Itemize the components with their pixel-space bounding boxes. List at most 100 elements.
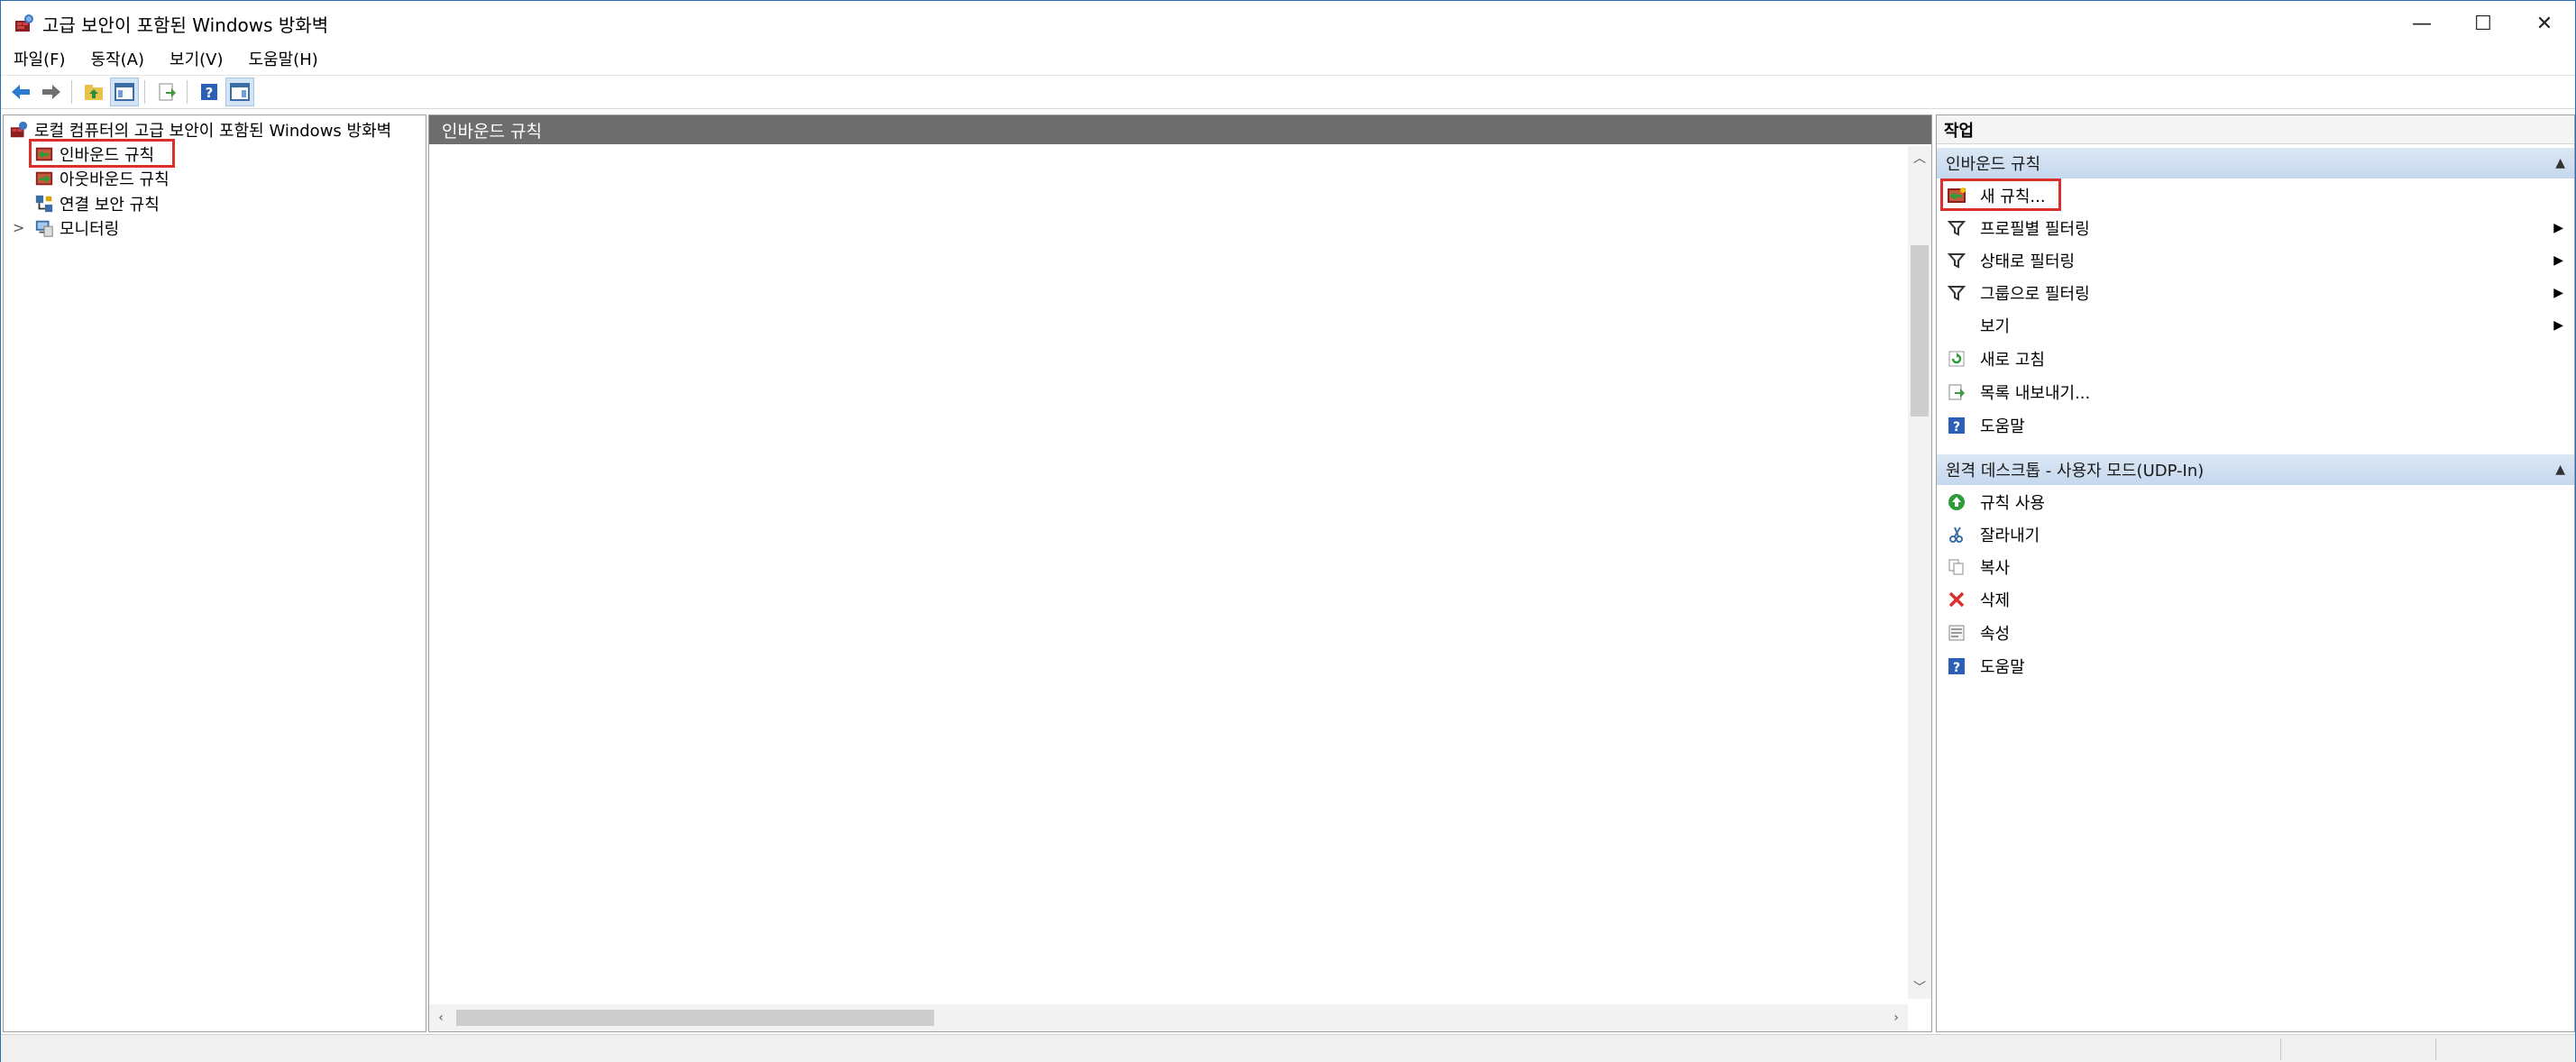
- action-filter-by-state[interactable]: 상태로 필터링 ▶: [1937, 245, 2574, 276]
- status-bar: [1, 1034, 2575, 1062]
- copy-icon: [1946, 556, 1967, 578]
- menu-file[interactable]: 파일(F): [1, 47, 78, 70]
- firewall-icon: [10, 121, 28, 138]
- action-label: 규칙 사용: [1980, 494, 2045, 513]
- action-filter-by-group[interactable]: 그룹으로 필터링 ▶: [1937, 278, 2574, 308]
- section-header-selected-rule[interactable]: 원격 데스크톱 - 사용자 모드(UDP-In) ▲: [1937, 454, 2574, 485]
- actions-title: 작업: [1937, 115, 2574, 144]
- enable-icon: [1946, 491, 1967, 513]
- up-folder-icon[interactable]: [79, 78, 108, 106]
- svg-text:?: ?: [206, 85, 214, 101]
- section-title: 원격 데스크톱 - 사용자 모드(UDP-In): [1946, 462, 2205, 481]
- window-title: 고급 보안이 포함된 Windows 방화벽: [42, 14, 329, 36]
- help-icon[interactable]: ?: [195, 78, 224, 106]
- export-icon: [1946, 381, 1967, 403]
- menu-help[interactable]: 도움말(H): [236, 47, 331, 70]
- action-label: 도움말: [1980, 658, 2025, 677]
- title-bar: 고급 보안이 포함된 Windows 방화벽 — ☐ ✕: [1, 1, 2575, 46]
- action-label: 그룹으로 필터링: [1980, 285, 2090, 304]
- vertical-scrollbar[interactable]: ︿ ﹀: [1908, 146, 1931, 999]
- tree-item-monitoring[interactable]: 모니터링: [34, 215, 119, 241]
- actions-pane: 작업 인바운드 규칙 ▲ 새 규칙... 프로필별 필터링 ▶ 상태로 필터링 …: [1936, 114, 2575, 1032]
- action-label: 새로 고침: [1980, 351, 2045, 370]
- help-icon: ?: [1946, 415, 1967, 436]
- scroll-right-icon[interactable]: ›: [1884, 1004, 1908, 1031]
- tree-item-outbound-rules[interactable]: 아웃바운드 규칙: [34, 166, 170, 191]
- action-enable-rule[interactable]: 규칙 사용: [1937, 487, 2574, 517]
- svg-text:?: ?: [1953, 661, 1960, 675]
- action-copy[interactable]: 복사: [1937, 552, 2574, 582]
- action-label: 삭제: [1980, 591, 2011, 610]
- monitoring-icon: [35, 220, 53, 237]
- close-button[interactable]: ✕: [2514, 1, 2575, 46]
- filter-icon: [1946, 282, 1967, 304]
- horizontal-scrollbar[interactable]: ‹ ›: [429, 1004, 1908, 1031]
- action-view[interactable]: 보기 ▶: [1937, 310, 2574, 341]
- scroll-left-icon[interactable]: ‹: [429, 1004, 453, 1031]
- action-filter-by-profile[interactable]: 프로필별 필터링 ▶: [1937, 213, 2574, 243]
- filter-icon: [1946, 250, 1967, 271]
- submenu-arrow-icon: ▶: [2553, 253, 2563, 268]
- action-help-rule[interactable]: ? 도움말: [1937, 651, 2574, 682]
- connection-security-icon: [35, 195, 53, 213]
- action-export-list[interactable]: 목록 내보내기...: [1937, 377, 2574, 407]
- tree-item-connection-security-rules[interactable]: 연결 보안 규칙: [34, 191, 160, 216]
- new-rule-highlight: [1940, 179, 2061, 211]
- toolbar-separator: [144, 80, 145, 104]
- section-header-inbound-rules[interactable]: 인바운드 규칙 ▲: [1937, 148, 2574, 179]
- toolbar-separator: [187, 80, 188, 104]
- scroll-thumb[interactable]: [1911, 245, 1929, 417]
- action-label: 복사: [1980, 559, 2011, 578]
- tree-item-label: 아웃바운드 규칙: [60, 170, 170, 189]
- filter-icon: [1946, 217, 1967, 239]
- outbound-rules-icon: [35, 171, 53, 186]
- submenu-arrow-icon: ▶: [2553, 221, 2563, 235]
- help-icon: ?: [1946, 655, 1967, 677]
- collapse-icon[interactable]: ▲: [2555, 462, 2565, 477]
- back-icon[interactable]: [6, 78, 35, 106]
- firewall-icon: [15, 14, 33, 32]
- show-hide-console-tree-icon[interactable]: [110, 78, 139, 106]
- status-divider: [2280, 1039, 2281, 1060]
- expander-icon[interactable]: >: [13, 219, 24, 236]
- tree-item-label: 연결 보안 규칙: [60, 196, 160, 215]
- submenu-arrow-icon: ▶: [2553, 318, 2563, 333]
- action-help[interactable]: ? 도움말: [1937, 410, 2574, 441]
- action-cut[interactable]: 잘라내기: [1937, 519, 2574, 550]
- action-refresh[interactable]: 새로 고침: [1937, 343, 2574, 374]
- action-label: 속성: [1980, 625, 2011, 644]
- svg-text:?: ?: [1953, 420, 1960, 435]
- selection-highlight: [29, 139, 175, 168]
- menu-bar: 파일(F) 동작(A) 보기(V) 도움말(H): [1, 44, 331, 73]
- maximize-button[interactable]: ☐: [2452, 1, 2514, 46]
- refresh-icon: [1946, 348, 1967, 370]
- action-label: 프로필별 필터링: [1980, 220, 2090, 239]
- action-delete[interactable]: 삭제: [1937, 584, 2574, 615]
- export-list-icon[interactable]: [152, 78, 181, 106]
- scroll-thumb[interactable]: [456, 1010, 934, 1026]
- delete-icon: [1946, 589, 1967, 610]
- console-tree-pane: 로컬 컴퓨터의 고급 보안이 포함된 Windows 방화벽 인바운드 규칙 아…: [3, 114, 426, 1032]
- scroll-up-icon[interactable]: ︿: [1908, 146, 1931, 169]
- collapse-icon[interactable]: ▲: [2555, 156, 2565, 170]
- action-properties[interactable]: 속성: [1937, 618, 2574, 648]
- status-divider: [2435, 1039, 2436, 1060]
- properties-icon: [1946, 622, 1967, 644]
- window-controls: — ☐ ✕: [2391, 1, 2575, 46]
- minimize-button[interactable]: —: [2391, 1, 2452, 46]
- scroll-down-icon[interactable]: ﹀: [1908, 975, 1931, 999]
- show-hide-action-pane-icon[interactable]: [225, 78, 254, 106]
- cut-icon: [1946, 524, 1967, 545]
- toolbar-separator: [71, 80, 72, 104]
- toolbar: ?: [1, 75, 2575, 109]
- section-title: 인바운드 규칙: [1946, 155, 2041, 174]
- submenu-arrow-icon: ▶: [2553, 286, 2563, 300]
- forward-icon[interactable]: [37, 78, 66, 106]
- action-label: 상태로 필터링: [1980, 252, 2076, 271]
- firewall-window: 고급 보안이 포함된 Windows 방화벽 — ☐ ✕ 파일(F) 동작(A)…: [0, 0, 2576, 1062]
- blank-icon: [1946, 315, 1967, 336]
- menu-action[interactable]: 동작(A): [78, 47, 157, 70]
- action-label: 목록 내보내기...: [1980, 384, 2091, 403]
- menu-view[interactable]: 보기(V): [157, 47, 235, 70]
- tree-item-label: 모니터링: [60, 220, 120, 239]
